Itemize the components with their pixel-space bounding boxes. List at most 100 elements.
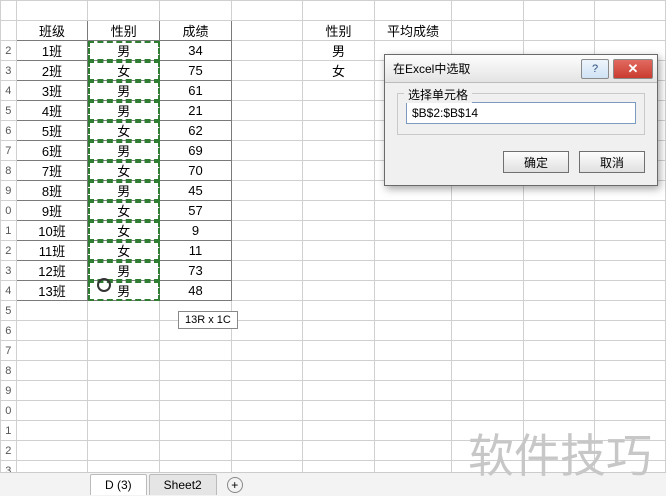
cell[interactable]: [231, 21, 302, 41]
row-header[interactable]: 1: [1, 221, 17, 241]
cell-gender[interactable]: 男: [88, 81, 160, 101]
row-header[interactable]: 8: [1, 361, 17, 381]
cell-class[interactable]: 1班: [16, 41, 88, 61]
cell-e[interactable]: [303, 121, 375, 141]
row-header[interactable]: 2: [1, 441, 17, 461]
cell-gender[interactable]: 女: [88, 61, 160, 81]
select-cells-group: 选择单元格: [397, 93, 645, 135]
cell-class[interactable]: 6班: [16, 141, 88, 161]
cell-class[interactable]: 11班: [16, 241, 88, 261]
col-header-g[interactable]: [452, 1, 523, 21]
cell-score[interactable]: 45: [160, 181, 232, 201]
cell-e1[interactable]: 性别: [303, 21, 375, 41]
cell-score[interactable]: 62: [160, 121, 232, 141]
cell-class[interactable]: 8班: [16, 181, 88, 201]
cell-score[interactable]: 61: [160, 81, 232, 101]
tab-sheet2[interactable]: Sheet2: [149, 474, 217, 495]
cell-f1[interactable]: 平均成绩: [374, 21, 451, 41]
row-header[interactable]: 2: [1, 41, 17, 61]
cell-score[interactable]: 70: [160, 161, 232, 181]
row-header[interactable]: 6: [1, 321, 17, 341]
cell-e[interactable]: [303, 241, 375, 261]
corner-cell[interactable]: [1, 1, 17, 21]
row-header[interactable]: 0: [1, 401, 17, 421]
cell-e[interactable]: 女: [303, 61, 375, 81]
help-button[interactable]: ?: [581, 59, 609, 79]
row-header[interactable]: 5: [1, 101, 17, 121]
row-header[interactable]: 9: [1, 181, 17, 201]
add-sheet-button[interactable]: +: [227, 477, 243, 493]
cell-class[interactable]: 13班: [16, 281, 88, 301]
cell-score[interactable]: 11: [160, 241, 232, 261]
cell-gender[interactable]: 男: [88, 101, 160, 121]
row-header[interactable]: 6: [1, 121, 17, 141]
cell-class[interactable]: 10班: [16, 221, 88, 241]
cell-a1[interactable]: 班级: [16, 21, 88, 41]
cell-class[interactable]: 4班: [16, 101, 88, 121]
cell-e[interactable]: [303, 281, 375, 301]
cell-e[interactable]: [303, 101, 375, 121]
cell-score[interactable]: 21: [160, 101, 232, 121]
cell-e[interactable]: [303, 261, 375, 281]
cell-c1[interactable]: 成绩: [160, 21, 232, 41]
cell-class[interactable]: 7班: [16, 161, 88, 181]
cell-score[interactable]: 34: [160, 41, 232, 61]
row-header[interactable]: 7: [1, 341, 17, 361]
cell-gender[interactable]: 女: [88, 161, 160, 181]
dialog-titlebar[interactable]: 在Excel中选取 ? ✕: [385, 55, 657, 83]
cell-e[interactable]: 男: [303, 41, 375, 61]
cell-gender[interactable]: 女: [88, 201, 160, 221]
cell-score[interactable]: 69: [160, 141, 232, 161]
cell-score[interactable]: 75: [160, 61, 232, 81]
col-header-f[interactable]: [374, 1, 451, 21]
cell-e[interactable]: [303, 81, 375, 101]
cell-gender[interactable]: 男: [88, 41, 160, 61]
cell-e[interactable]: [303, 221, 375, 241]
cell-e[interactable]: [303, 201, 375, 221]
cell-gender[interactable]: 男: [88, 261, 160, 281]
cell-score[interactable]: 48: [160, 281, 232, 301]
row-header[interactable]: [1, 21, 17, 41]
cell-gender[interactable]: 女: [88, 241, 160, 261]
cell-gender[interactable]: 男: [88, 181, 160, 201]
cell-class[interactable]: 5班: [16, 121, 88, 141]
cell-b1[interactable]: 性别: [88, 21, 160, 41]
col-header-b[interactable]: [88, 1, 160, 21]
ok-button[interactable]: 确定: [503, 151, 569, 173]
col-header-c[interactable]: [160, 1, 232, 21]
row-header[interactable]: 9: [1, 381, 17, 401]
row-header[interactable]: 3: [1, 261, 17, 281]
row-header[interactable]: 2: [1, 241, 17, 261]
row-header[interactable]: 4: [1, 281, 17, 301]
row-header[interactable]: 7: [1, 141, 17, 161]
cell-class[interactable]: 2班: [16, 61, 88, 81]
cell-gender[interactable]: 女: [88, 121, 160, 141]
col-header-e[interactable]: [303, 1, 375, 21]
cell-score[interactable]: 9: [160, 221, 232, 241]
col-header-d[interactable]: [231, 1, 302, 21]
cell-class[interactable]: 9班: [16, 201, 88, 221]
cell-e[interactable]: [303, 161, 375, 181]
cell-gender[interactable]: 女: [88, 221, 160, 241]
row-header[interactable]: 0: [1, 201, 17, 221]
row-header[interactable]: 1: [1, 421, 17, 441]
group-label: 选择单元格: [404, 86, 472, 103]
row-header[interactable]: 5: [1, 301, 17, 321]
cell-class[interactable]: 12班: [16, 261, 88, 281]
row-header[interactable]: 4: [1, 81, 17, 101]
row-header[interactable]: 8: [1, 161, 17, 181]
row-header[interactable]: 3: [1, 61, 17, 81]
col-header-a[interactable]: [16, 1, 88, 21]
cell-reference-input[interactable]: [406, 102, 636, 124]
cell-e[interactable]: [303, 141, 375, 161]
cancel-button[interactable]: 取消: [579, 151, 645, 173]
close-button[interactable]: ✕: [613, 59, 653, 79]
col-header-i[interactable]: [594, 1, 665, 21]
cell-e[interactable]: [303, 181, 375, 201]
cell-class[interactable]: 3班: [16, 81, 88, 101]
col-header-h[interactable]: [523, 1, 594, 21]
cell-score[interactable]: 73: [160, 261, 232, 281]
cell-gender[interactable]: 男: [88, 141, 160, 161]
tab-d3[interactable]: D (3): [90, 474, 147, 495]
cell-score[interactable]: 57: [160, 201, 232, 221]
